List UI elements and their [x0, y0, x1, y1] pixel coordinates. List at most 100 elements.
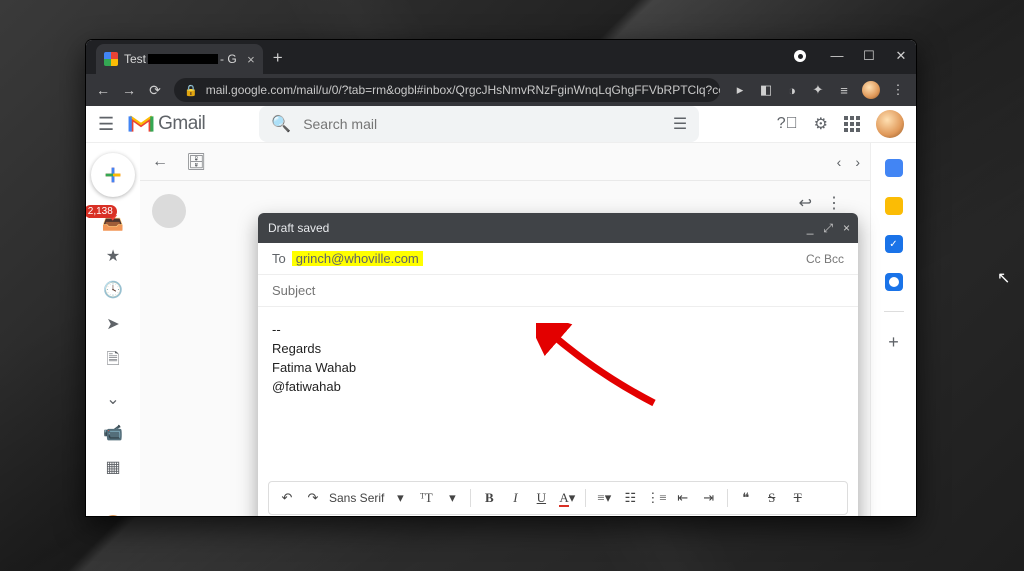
new-tab-button[interactable]: + [273, 48, 283, 68]
starred-icon[interactable]: ★ [106, 246, 120, 266]
tasks-icon[interactable] [885, 235, 903, 253]
compose-titlebar[interactable]: Draft saved _ ⤢ × [258, 213, 858, 243]
snoozed-icon[interactable]: 🕓 [103, 280, 123, 300]
subject-input[interactable] [272, 283, 844, 298]
google-apps-icon[interactable] [844, 116, 860, 132]
indent-more-icon[interactable]: ⇥ [699, 490, 719, 506]
meet-join-icon[interactable]: ▦ [105, 457, 120, 477]
search-options-icon[interactable]: ☰ [673, 114, 687, 134]
bold-icon[interactable]: B [479, 490, 499, 506]
tab-title-prefix: Test [124, 52, 146, 66]
font-family-chevron-icon[interactable]: ▾ [390, 490, 410, 506]
extension-icon[interactable]: ◧ [758, 82, 774, 98]
calendar-icon[interactable] [885, 159, 903, 177]
underline-icon[interactable]: U [531, 490, 551, 506]
cc-link[interactable]: Cc [806, 252, 821, 266]
tab-title-redacted [148, 54, 218, 64]
profile-avatar[interactable] [862, 81, 880, 99]
contacts-icon[interactable] [885, 273, 903, 291]
inbox-unread-badge: 2,138 [86, 205, 117, 218]
window-close-button[interactable]: ✕ [892, 48, 910, 64]
extension-icon[interactable]: ▸ [732, 82, 748, 98]
compose-fullscreen-icon[interactable]: ⤢ [823, 221, 833, 236]
to-recipient-highlighted[interactable]: grinch@whoville.com [292, 251, 423, 266]
get-addons-icon[interactable]: + [888, 332, 899, 353]
keep-icon[interactable] [885, 197, 903, 215]
extensions-area: ▸ ◧ ◑ ✦ ≡ ⋮ [732, 81, 906, 99]
drafts-icon[interactable]: 🗎 [107, 348, 120, 375]
strikethrough-icon[interactable]: S [762, 490, 782, 506]
text-color-icon[interactable]: A▾ [557, 490, 577, 506]
gmail-header: ☰ Gmail 🔍 ☰ ?⃝ ⚙ [86, 106, 916, 143]
browser-tab[interactable]: Test - G × [96, 44, 263, 74]
formatting-toolbar: ↶ ↷ Sans Serif ▾ ᵀT ▾ B I U A▾ ≡▾ ☷ [268, 481, 848, 515]
gmail-sidebar: 2,138 📥 ★ 🕓 ➤ 🗎 ⌄ 📹 ▦ [86, 143, 140, 516]
sent-icon[interactable]: ➤ [106, 314, 119, 334]
nav-forward-icon[interactable]: → [122, 82, 136, 98]
indent-less-icon[interactable]: ⇤ [673, 490, 693, 506]
media-indicator-icon[interactable] [794, 50, 806, 62]
search-box[interactable]: 🔍 ☰ [259, 106, 699, 142]
url-text: mail.google.com/mail/u/0/?tab=rm&ogbl#in… [206, 83, 720, 97]
font-size-icon[interactable]: ᵀT [416, 490, 436, 506]
compose-close-icon[interactable]: × [843, 221, 850, 236]
lock-icon: 🔒 [184, 84, 198, 97]
signature-line: -- [272, 321, 844, 340]
support-icon[interactable]: ?⃝ [777, 115, 798, 133]
align-icon[interactable]: ≡▾ [594, 490, 614, 506]
to-label: To [272, 251, 286, 266]
meet-new-icon[interactable]: 📹 [103, 423, 123, 443]
compose-minimize-icon[interactable]: _ [807, 221, 814, 236]
window-minimize-button[interactable]: ― [828, 48, 846, 64]
browser-titlebar: Test - G × + ― ☐ ✕ [86, 40, 916, 74]
numbered-list-icon[interactable]: ☷ [620, 490, 640, 506]
compose-title: Draft saved [268, 221, 329, 235]
hangouts-contact-avatar[interactable] [102, 515, 124, 516]
extensions-puzzle-icon[interactable]: ✦ [810, 82, 826, 98]
compose-to-field[interactable]: To grinch@whoville.com Cc Bcc [258, 243, 858, 275]
tab-close-icon[interactable]: × [247, 52, 255, 67]
extension-icon[interactable]: ≡ [836, 82, 852, 98]
compose-button[interactable] [91, 153, 135, 197]
window-maximize-button[interactable]: ☐ [860, 48, 878, 64]
gmail-wordmark: Gmail [158, 113, 205, 135]
address-bar[interactable]: 🔒 mail.google.com/mail/u/0/?tab=rm&ogbl#… [174, 78, 720, 102]
browser-menu-icon[interactable]: ⋮ [890, 82, 906, 98]
extension-icon[interactable]: ◑ [784, 82, 800, 98]
compose-body[interactable]: -- Regards Fatima Wahab @fatiwahab [258, 307, 858, 481]
bcc-link[interactable]: Bcc [824, 252, 844, 266]
bulleted-list-icon[interactable]: ⋮≡ [646, 490, 666, 506]
gmail-body: 2,138 📥 ★ 🕓 ➤ 🗎 ⌄ 📹 ▦ ← 🗄 [86, 143, 916, 516]
signature-line: Regards [272, 340, 844, 359]
settings-gear-icon[interactable]: ⚙ [814, 114, 828, 134]
search-icon: 🔍 [271, 114, 291, 134]
undo-icon[interactable]: ↶ [277, 490, 297, 506]
more-icon[interactable]: ⌄ [106, 389, 119, 409]
font-family-dropdown[interactable]: Sans Serif [329, 491, 384, 505]
italic-icon[interactable]: I [505, 490, 525, 506]
mouse-cursor-icon: ↖ [997, 268, 1010, 288]
side-panel: + › [870, 143, 916, 516]
font-size-chevron-icon[interactable]: ▾ [442, 490, 462, 506]
nav-reload-icon[interactable]: ⟳ [148, 82, 162, 99]
signature-line: @fatiwahab [272, 378, 844, 397]
clear-formatting-icon[interactable]: T [788, 490, 808, 506]
main-menu-icon[interactable]: ☰ [98, 114, 114, 135]
gmail-m-icon [128, 114, 154, 134]
gmail-app: ☰ Gmail 🔍 ☰ ?⃝ ⚙ [86, 106, 916, 516]
account-avatar[interactable] [876, 110, 904, 138]
nav-back-icon[interactable]: ← [96, 82, 110, 98]
gmail-favicon-icon [104, 52, 118, 66]
redo-icon[interactable]: ↷ [303, 490, 323, 506]
inbox-icon[interactable]: 2,138 📥 [102, 211, 124, 232]
mail-list-area: ← 🗄 ‹ › ↩ ⋮ Draft saved [140, 143, 870, 516]
browser-toolbar: ← → ⟳ 🔒 mail.google.com/mail/u/0/?tab=rm… [86, 74, 916, 106]
gmail-logo[interactable]: Gmail [128, 113, 205, 135]
tab-title-suffix: - G [220, 52, 237, 66]
search-input[interactable] [303, 116, 661, 132]
signature-line: Fatima Wahab [272, 359, 844, 378]
compose-window: Draft saved _ ⤢ × To grinch@whoville.com… [258, 213, 858, 516]
browser-window: Test - G × + ― ☐ ✕ ← → ⟳ 🔒 mail.google.c… [86, 40, 916, 516]
quote-icon[interactable]: ❝ [736, 490, 756, 506]
compose-subject-field[interactable] [258, 275, 858, 307]
